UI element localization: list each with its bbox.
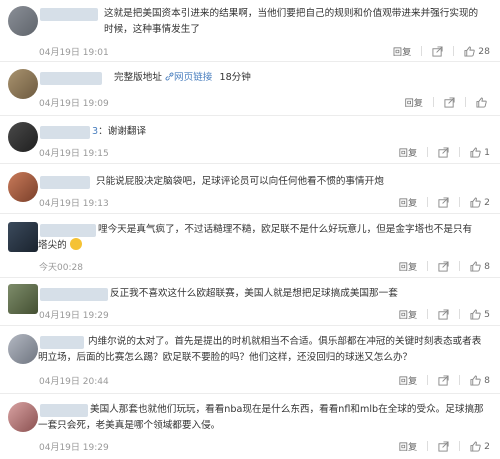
thumbs-up-icon	[470, 308, 481, 320]
share-icon	[438, 146, 449, 158]
comment-text: 哩今天是真气疯了，不过话糙理不糙，欧足联不是什么好玩意儿，但是金字塔也不是只有塔…	[38, 224, 473, 251]
like-button[interactable]: 8	[470, 261, 490, 272]
comment-item: 反正我不喜欢这什么欧超联赛，美国人就是想把足球搞成美国那一套 04月19日 19…	[0, 278, 500, 326]
username[interactable]	[40, 288, 108, 301]
comment-time: 04月19日 19:29	[39, 311, 109, 321]
share-button[interactable]	[438, 374, 449, 386]
comment-actions: 回复 1	[399, 145, 490, 160]
like-count: 2	[484, 440, 490, 452]
share-icon	[438, 260, 449, 272]
comment-time: 04月19日 19:13	[39, 199, 109, 209]
comment-time: 04月19日 19:09	[39, 99, 109, 109]
comment-actions: 回复 2	[399, 195, 490, 210]
thumbs-up-icon	[470, 260, 481, 272]
share-icon	[438, 374, 449, 386]
reply-button[interactable]: 回复	[399, 373, 417, 387]
share-button[interactable]	[438, 308, 449, 320]
thumbs-up-icon	[470, 440, 481, 452]
comment-actions: 回复 8	[399, 259, 490, 274]
share-icon	[444, 96, 455, 108]
comment-item: 美国人那套也就他们玩玩，看看nba现在是什么东西，看看nfl和mlb在全球的受众…	[0, 394, 500, 459]
share-icon	[438, 196, 449, 208]
reply-button[interactable]: 回复	[399, 259, 417, 273]
share-button[interactable]	[438, 146, 449, 158]
comment-actions: 回复	[405, 95, 490, 109]
comment-actions: 回复 8	[399, 373, 490, 388]
comment-actions: 回复 28	[393, 44, 490, 59]
share-button[interactable]	[438, 440, 449, 452]
comment-text: 这就是把美国资本引进来的结果啊，当他们要把自己的规则和价值观带进来并强行实现的时…	[104, 8, 479, 35]
thumbs-up-icon	[470, 374, 481, 386]
like-count: 28	[478, 45, 490, 57]
avatar[interactable]	[8, 284, 38, 314]
like-count: 8	[484, 374, 490, 386]
like-button[interactable]: 2	[470, 441, 490, 452]
comment-text: 美国人那套也就他们玩玩，看看nba现在是什么东西，看看nfl和mlb在全球的受众…	[38, 404, 484, 431]
comment-actions: 回复 2	[399, 439, 490, 454]
comment-list: 这就是把美国资本引进来的结果啊，当他们要把自己的规则和价值观带进来并强行实现的时…	[0, 0, 500, 459]
like-count: 5	[484, 308, 490, 320]
comment-time: 今天00:28	[39, 263, 83, 273]
share-button[interactable]	[432, 45, 443, 57]
comment-time: 04月19日 20:44	[39, 377, 109, 387]
reply-button[interactable]: 回复	[399, 195, 417, 209]
thumbs-up-icon	[470, 146, 481, 158]
avatar[interactable]	[8, 222, 38, 252]
avatar[interactable]	[8, 402, 38, 432]
reply-button[interactable]: 回复	[399, 307, 417, 321]
comment-item: 哩今天是真气疯了，不过话糙理不糙，欧足联不是什么好玩意儿，但是金字塔也不是只有塔…	[0, 214, 500, 278]
reply-button[interactable]: 回复	[399, 145, 417, 159]
thumbs-up-icon	[476, 96, 487, 108]
comment-item: 3：谢谢翻译 04月19日 19:15 回复 1	[0, 116, 500, 164]
reply-button[interactable]: 回复	[405, 95, 423, 109]
share-icon	[438, 440, 449, 452]
laughing-emoji-icon	[69, 238, 82, 250]
web-link[interactable]: 网页链接	[165, 72, 215, 83]
like-button[interactable]: 5	[470, 309, 490, 320]
avatar[interactable]	[8, 122, 38, 152]
comment-text: 内维尔说的太对了。首先是提出的时机就相当不合适。俱乐部都在冲冠的关键时刻表态或者…	[38, 336, 482, 363]
like-button[interactable]: 28	[464, 46, 490, 57]
username[interactable]	[40, 176, 90, 189]
like-count: 1	[484, 146, 490, 158]
share-icon	[432, 45, 443, 57]
comment-item: 完整版地址 网页链接 18分钟 04月19日 19:09 回复	[0, 62, 500, 116]
share-button[interactable]	[444, 96, 455, 108]
thumbs-up-icon	[470, 196, 481, 208]
comment-text: 完整版地址 网页链接 18分钟	[114, 72, 251, 83]
reply-button[interactable]: 回复	[393, 44, 411, 58]
like-button[interactable]	[476, 96, 490, 108]
avatar[interactable]	[8, 334, 38, 364]
like-count: 8	[484, 260, 490, 272]
comment-text: 只能说屁股决定脑袋吧，足球评论员可以向任何他看不惯的事情开炮	[96, 176, 384, 187]
comment-text: 3：谢谢翻译	[92, 126, 147, 137]
share-button[interactable]	[438, 260, 449, 272]
link-icon	[165, 72, 174, 81]
like-button[interactable]: 8	[470, 375, 490, 386]
thumbs-up-icon	[464, 45, 475, 57]
avatar[interactable]	[8, 6, 38, 36]
link-label: 网页链接	[174, 72, 213, 83]
share-icon	[438, 308, 449, 320]
comment-time: 04月19日 19:29	[39, 443, 109, 453]
username[interactable]	[40, 126, 90, 139]
reply-button[interactable]: 回复	[399, 439, 417, 453]
comment-item: 内维尔说的太对了。首先是提出的时机就相当不合适。俱乐部都在冲冠的关键时刻表态或者…	[0, 326, 500, 394]
like-button[interactable]: 2	[470, 197, 490, 208]
comment-item: 只能说屁股决定脑袋吧，足球评论员可以向任何他看不惯的事情开炮 04月19日 19…	[0, 164, 500, 214]
like-button[interactable]: 1	[470, 147, 490, 158]
avatar[interactable]	[8, 69, 38, 99]
comment-time: 04月19日 19:15	[39, 149, 109, 159]
comment-item: 这就是把美国资本引进来的结果啊，当他们要把自己的规则和价值观带进来并强行实现的时…	[0, 0, 500, 62]
comment-time: 04月19日 19:01	[39, 48, 109, 58]
comment-text: 反正我不喜欢这什么欧超联赛，美国人就是想把足球搞成美国那一套	[110, 288, 398, 299]
username[interactable]	[40, 8, 98, 21]
username[interactable]	[40, 72, 102, 85]
like-count: 2	[484, 196, 490, 208]
comment-actions: 回复 5	[399, 307, 490, 322]
share-button[interactable]	[438, 196, 449, 208]
avatar[interactable]	[8, 172, 38, 202]
